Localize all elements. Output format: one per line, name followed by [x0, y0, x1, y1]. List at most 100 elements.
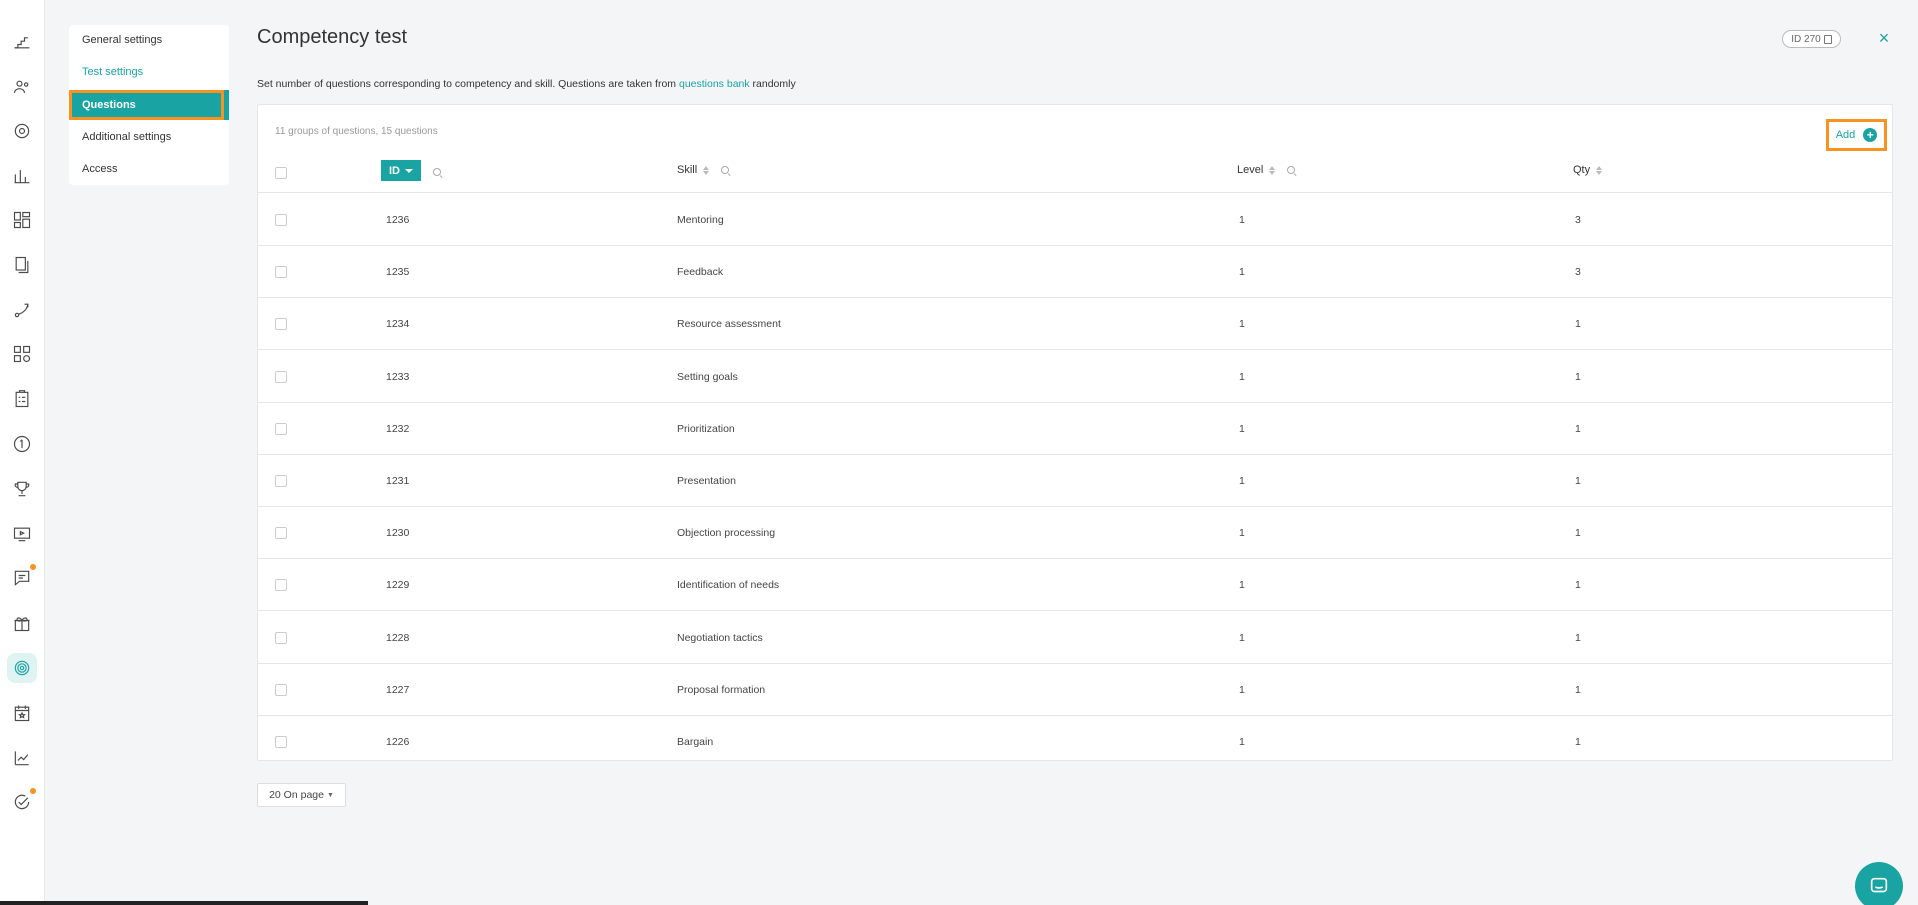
- nav-additional-settings[interactable]: Additional settings: [69, 122, 229, 152]
- row-checkbox[interactable]: [275, 631, 287, 644]
- cell-skill: Presentation: [677, 475, 736, 487]
- column-skill[interactable]: Skill: [677, 164, 730, 176]
- table-row[interactable]: 1229 Identification of needs 1 1: [258, 559, 1892, 612]
- table-row[interactable]: 1236 Mentoring 1 3: [258, 194, 1892, 246]
- cell-level: 1: [1239, 527, 1245, 540]
- table-row[interactable]: 1228 Negotiation tactics 1 1: [258, 612, 1892, 664]
- add-button[interactable]: Add +: [1826, 119, 1887, 151]
- rail-trophy-icon: [14, 481, 30, 497]
- cell-skill: Resource assessment: [677, 318, 781, 331]
- row-checkbox[interactable]: [275, 736, 287, 748]
- column-qty[interactable]: Qty: [1573, 164, 1603, 176]
- icon-rail: [0, 0, 45, 905]
- table-row[interactable]: 1230 Objection processing 1 1: [258, 507, 1892, 560]
- question-count: 11 groups of questions, 15 questions: [275, 126, 438, 137]
- cell-level: 1: [1239, 422, 1245, 435]
- rail-checklist-button[interactable]: [7, 384, 37, 414]
- table-row[interactable]: 1235 Feedback 1 3: [258, 246, 1892, 299]
- nav-access[interactable]: Access: [69, 154, 229, 184]
- cell-skill: Identification of needs: [677, 579, 780, 592]
- cell-qty: 1: [1575, 318, 1581, 331]
- close-button[interactable]: ×: [1874, 28, 1894, 48]
- table-row[interactable]: 1227 Proposal formation 1 1: [258, 664, 1892, 716]
- rail-target-button[interactable]: [7, 653, 37, 683]
- rail-documents-button[interactable]: [7, 250, 37, 280]
- cell-skill: Mentoring: [677, 214, 724, 226]
- table-row[interactable]: 1231 Presentation 1 1: [258, 455, 1892, 507]
- rail-route-icon: [14, 303, 29, 318]
- rail-check-circle-button[interactable]: [7, 787, 37, 817]
- rail-chat-button[interactable]: [7, 563, 37, 593]
- support-chat-button[interactable]: [1855, 862, 1903, 905]
- questions-bank-link[interactable]: questions bank: [679, 78, 750, 90]
- caret-down-icon: [405, 168, 413, 173]
- row-checkbox[interactable]: [275, 579, 287, 592]
- row-checkbox[interactable]: [275, 475, 287, 487]
- rail-gift-icon: [14, 617, 30, 632]
- rail-dashboard-button[interactable]: [7, 205, 37, 235]
- rail-gear-button[interactable]: [7, 116, 37, 146]
- id-sort-button[interactable]: ID: [381, 160, 421, 181]
- row-checkbox[interactable]: [275, 422, 287, 435]
- cell-qty: 1: [1575, 683, 1581, 696]
- cell-id: 1236: [386, 214, 410, 226]
- rail-chat-icon: [14, 570, 30, 586]
- rail-apps-icon: [13, 345, 31, 363]
- cell-id: 1226: [386, 736, 410, 748]
- row-checkbox[interactable]: [275, 527, 287, 540]
- rail-number-one-button[interactable]: [7, 429, 37, 459]
- cell-id: 1235: [386, 266, 410, 279]
- rail-route-button[interactable]: [7, 295, 37, 325]
- nav-test-settings[interactable]: Test settings: [69, 57, 229, 87]
- row-checkbox[interactable]: [275, 266, 287, 279]
- nav-general-settings[interactable]: General settings: [69, 25, 229, 55]
- row-checkbox[interactable]: [275, 214, 287, 226]
- table-row[interactable]: 1226 Bargain 1 1: [258, 716, 1892, 768]
- plus-circle-icon: +: [1863, 128, 1878, 142]
- rail-video-button[interactable]: [7, 519, 37, 549]
- rail-stairs-icon: [14, 37, 30, 49]
- row-checkbox[interactable]: [275, 683, 287, 696]
- rail-gift-button[interactable]: [7, 608, 37, 638]
- cell-skill: Feedback: [677, 266, 724, 279]
- rail-calendar-button[interactable]: [7, 698, 37, 728]
- rail-number-one-icon: [13, 435, 31, 453]
- chevron-down-icon: ▼: [326, 791, 334, 799]
- level-search-icon[interactable]: [1287, 165, 1296, 175]
- id-badge-text: ID 270: [1791, 33, 1821, 45]
- row-checkbox[interactable]: [275, 318, 287, 331]
- id-search-icon[interactable]: [433, 168, 442, 177]
- cell-id: 1229: [386, 579, 410, 592]
- skill-search-icon[interactable]: [721, 165, 730, 175]
- page-title: Competency test: [257, 26, 408, 48]
- table-row[interactable]: 1234 Resource assessment 1 1: [258, 298, 1892, 351]
- cell-level: 1: [1239, 683, 1245, 696]
- rail-bar-chart-button[interactable]: [7, 161, 37, 191]
- cell-id: 1227: [386, 683, 410, 696]
- nav-active-indicator: [224, 90, 229, 120]
- row-checkbox[interactable]: [275, 370, 287, 383]
- cell-level: 1: [1239, 214, 1245, 226]
- table-row[interactable]: 1232 Prioritization 1 1: [258, 403, 1892, 455]
- rail-people-button[interactable]: [7, 72, 37, 102]
- skill-sort-icon[interactable]: [703, 165, 710, 175]
- rail-stairs-button[interactable]: [7, 27, 37, 57]
- rail-dashboard-icon: [13, 211, 31, 229]
- level-sort-icon[interactable]: [1269, 165, 1276, 175]
- questions-table-card: 11 groups of questions, 15 questions Add…: [257, 104, 1893, 761]
- column-id[interactable]: ID: [381, 160, 442, 181]
- rail-trophy-button[interactable]: [7, 474, 37, 504]
- nav-questions[interactable]: Questions: [69, 90, 224, 120]
- cell-id: 1232: [386, 422, 410, 435]
- cell-id: 1233: [386, 370, 410, 383]
- rail-apps-button[interactable]: [7, 339, 37, 369]
- qty-sort-icon[interactable]: [1596, 165, 1603, 175]
- column-level[interactable]: Level: [1237, 164, 1296, 176]
- rail-gear-icon: [14, 123, 30, 139]
- rail-trend-button[interactable]: [7, 743, 37, 773]
- select-all-checkbox[interactable]: [275, 167, 287, 179]
- table-row[interactable]: 1233 Setting goals 1 1: [258, 351, 1892, 403]
- cell-qty: 1: [1575, 422, 1581, 435]
- page-size-select[interactable]: 20 On page ▼: [257, 783, 346, 807]
- id-badge[interactable]: ID 270: [1782, 30, 1841, 48]
